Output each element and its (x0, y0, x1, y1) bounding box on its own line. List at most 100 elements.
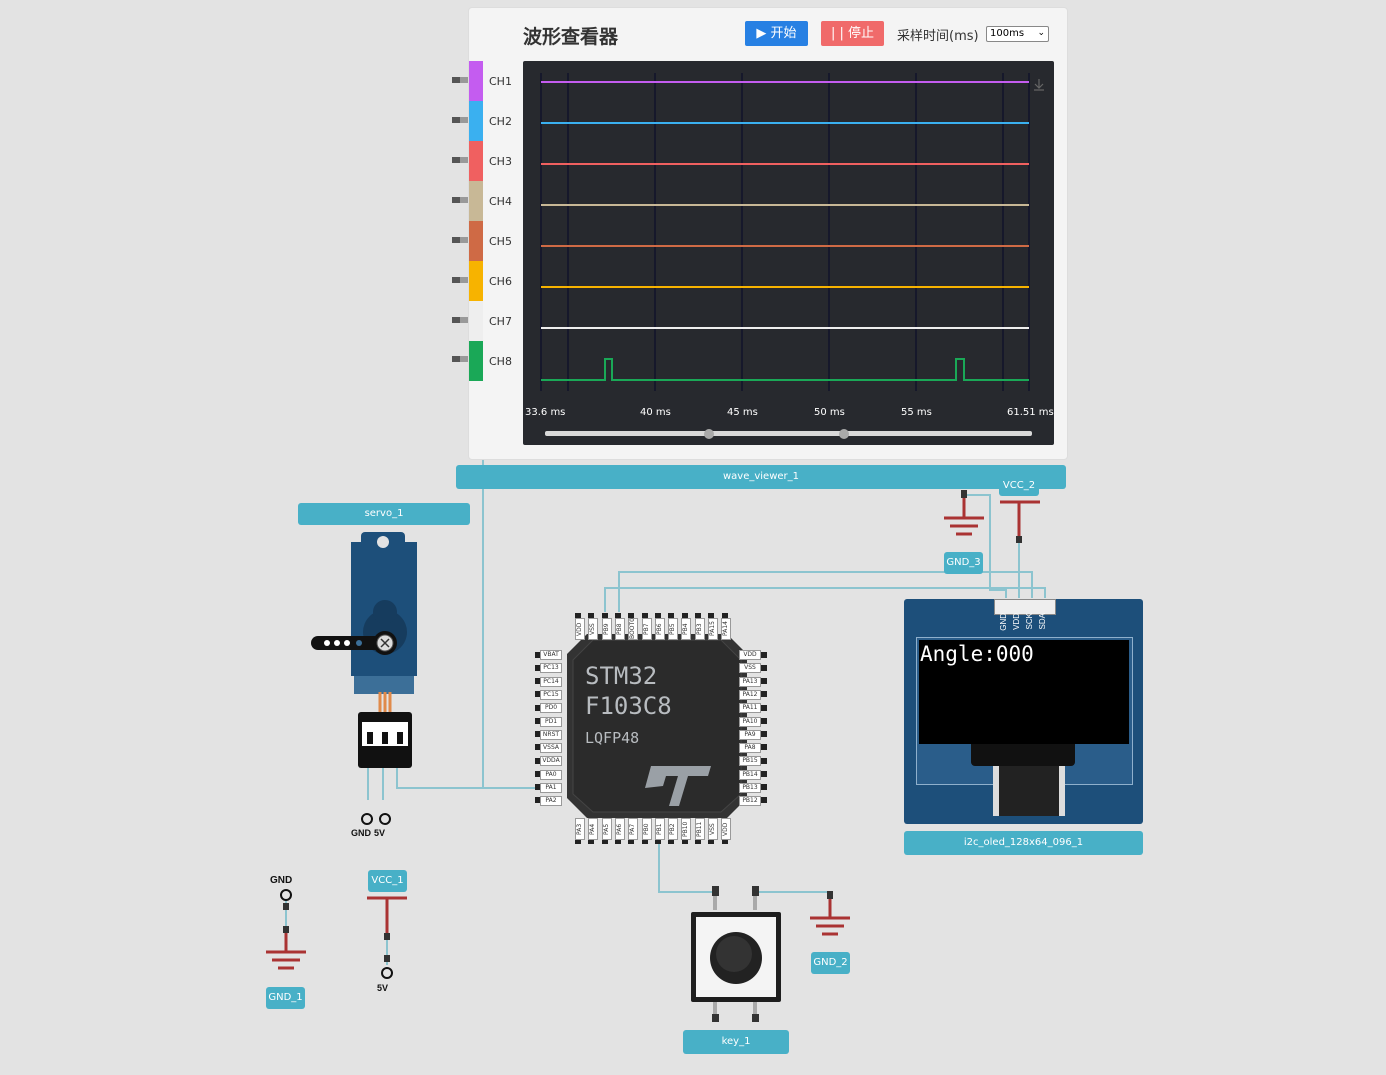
ch6-pin-icon[interactable] (452, 277, 468, 283)
sample-time-select[interactable]: 100ms ⌄ (986, 26, 1049, 42)
chip-pin-label[interactable]: VDD (575, 618, 585, 640)
x-tick-label: 33.6 ms (525, 407, 565, 418)
ch7-pin-icon[interactable] (452, 317, 468, 323)
x-tick-label: 40 ms (640, 407, 671, 418)
oled-pin-vdd: VDD (1012, 613, 1021, 630)
chip-pin-label[interactable]: PA12 (739, 689, 761, 700)
chip-pin-label[interactable]: PA14 (721, 618, 732, 640)
push-button-icon[interactable] (690, 884, 785, 1024)
chip-pin-label[interactable]: PA13 (739, 676, 761, 687)
chip-pin-label[interactable]: PB8 (614, 618, 625, 640)
chip-pin-label[interactable]: PA8 (739, 743, 761, 754)
channel-label: CH5 (489, 235, 512, 248)
ch8-pin-icon[interactable] (452, 356, 468, 362)
chip-pin-label[interactable]: PB14 (739, 769, 761, 780)
chip-pin-label[interactable]: PB12 (739, 796, 761, 807)
channel-ch6[interactable]: CH6 (469, 261, 523, 301)
chip-pin-label[interactable]: PA7 (628, 818, 639, 840)
download-icon (1034, 79, 1044, 91)
x-tick-label: 55 ms (901, 407, 932, 418)
x-tick-label: 45 ms (727, 407, 758, 418)
chip-pin-label[interactable]: PA15 (708, 618, 718, 640)
time-scrollbar (545, 431, 1032, 436)
vcc2-tag[interactable]: VCC_2 (999, 476, 1039, 496)
chip-pin-label[interactable]: PA6 (614, 818, 625, 840)
chip-pin-label[interactable]: VSS (588, 618, 599, 640)
chip-pin-label[interactable]: PB4 (681, 618, 692, 640)
chip-pin-label[interactable]: VDDA (540, 756, 562, 767)
chip-pin-label[interactable]: PA5 (601, 818, 612, 840)
start-button[interactable]: ▶ 开始 (745, 21, 808, 46)
chip-pin-label[interactable]: PA1 (540, 783, 562, 793)
chip-pin-label[interactable]: PD0 (540, 703, 562, 714)
chip-pin-label[interactable]: PD1 (540, 716, 562, 727)
channel-color (469, 181, 483, 221)
channel-ch3[interactable]: CH3 (469, 141, 523, 181)
channel-ch1[interactable]: CH1 (469, 61, 523, 101)
chip-pin-label[interactable]: PB3 (694, 618, 705, 640)
servo-name-label[interactable]: servo_1 (298, 503, 470, 525)
chip-pin-label[interactable]: PB6 (654, 618, 665, 640)
wave-viewer-title: 波形查看器 (523, 26, 619, 48)
chip-pin-label[interactable]: VBAT (540, 650, 562, 660)
chip-pin-label[interactable]: PC13 (540, 663, 562, 674)
waveform-plot[interactable]: 33.6 ms 40 ms 45 ms 50 ms 55 ms 61.51 ms (523, 61, 1054, 445)
channel-ch4[interactable]: CH4 (469, 181, 523, 221)
chip-pin-label[interactable]: NRST (540, 729, 562, 740)
gnd1-tag[interactable]: GND_1 (266, 987, 305, 1009)
gnd2-tag[interactable]: GND_2 (811, 952, 850, 974)
chip-pin-label[interactable]: PA2 (540, 796, 562, 807)
chip-pin-label[interactable]: PA9 (739, 729, 761, 740)
oled-module[interactable]: GND VDD SCK SDA Angle:000 (904, 599, 1143, 824)
chip-pin-label[interactable]: PA3 (575, 818, 585, 840)
channel-color (469, 101, 483, 141)
chip-pin-label[interactable]: PB0 (641, 818, 652, 840)
channel-ch8[interactable]: CH8 (469, 341, 523, 381)
stop-button[interactable]: | | 停止 (821, 21, 884, 46)
chip-pin-label[interactable]: PB10 (681, 818, 692, 840)
channel-color (469, 221, 483, 261)
chip-pin-label[interactable]: PB7 (641, 618, 652, 640)
key-name-label[interactable]: key_1 (683, 1030, 789, 1054)
chip-pin-label[interactable]: VSS (739, 663, 761, 674)
ch3-pin-icon[interactable] (452, 157, 468, 163)
oled-name-label[interactable]: i2c_oled_128x64_096_1 (904, 831, 1143, 855)
chip-pin-label[interactable]: PB5 (668, 618, 679, 640)
ch5-pin-icon[interactable] (452, 237, 468, 243)
chip-left-pins: VBAT PC13 PC14 PC15 PD0 PD1 NRST VSSA VDDA PA0 PA1… (540, 650, 565, 810)
vcc1-tag[interactable]: VCC_1 (368, 870, 407, 892)
chip-pin-label[interactable]: PB2 (668, 818, 679, 840)
channel-color (469, 261, 483, 301)
ch2-pin-icon[interactable] (452, 117, 468, 123)
channel-label: CH1 (489, 75, 512, 88)
chip-pin-label[interactable]: PA10 (739, 716, 761, 727)
chip-pin-label[interactable]: PA11 (739, 703, 761, 714)
chip-pin-label[interactable]: PB15 (739, 756, 761, 767)
vcc1-5v-label: 5V (377, 983, 389, 993)
chip-pin-label[interactable]: VSS (708, 818, 718, 840)
gnd3-tag[interactable]: GND_3 (944, 552, 983, 574)
chip-pin-label[interactable]: PB13 (739, 783, 761, 793)
channel-ch5[interactable]: CH5 (469, 221, 523, 261)
chip-pin-label[interactable]: VDD (721, 818, 732, 840)
ch4-pin-icon[interactable] (452, 197, 468, 203)
chip-pin-label[interactable]: BOOT0 (628, 618, 639, 640)
chip-pin-label[interactable]: PB1 (654, 818, 665, 840)
servo-5v-label: 5V (374, 828, 386, 838)
ch1-pin-icon[interactable] (452, 77, 468, 83)
channel-color (469, 61, 483, 101)
channel-ch7[interactable]: CH7 (469, 301, 523, 341)
chip-pin-label[interactable]: VDD (739, 650, 761, 660)
chip-pin-label[interactable]: PC14 (540, 676, 562, 687)
chip-pin-label[interactable]: PB9 (601, 618, 612, 640)
chip-pin-label[interactable]: PB11 (694, 818, 705, 840)
chip-pin-label[interactable]: VSSA (540, 743, 562, 754)
wave-viewer-name-label[interactable]: wave_viewer_1 (456, 465, 1066, 489)
chip-pin-label[interactable]: PC15 (540, 689, 562, 700)
channel-ch2[interactable]: CH2 (469, 101, 523, 141)
stm32-chip[interactable]: STM32 F103C8 LQFP48 (535, 610, 767, 845)
waveform-svg: 33.6 ms 40 ms 45 ms 50 ms 55 ms 61.51 ms (525, 73, 1054, 439)
chip-pin-label[interactable]: PA4 (588, 818, 599, 840)
chip-pin-label[interactable]: PA0 (540, 769, 562, 780)
servo-icon[interactable] (305, 532, 430, 842)
